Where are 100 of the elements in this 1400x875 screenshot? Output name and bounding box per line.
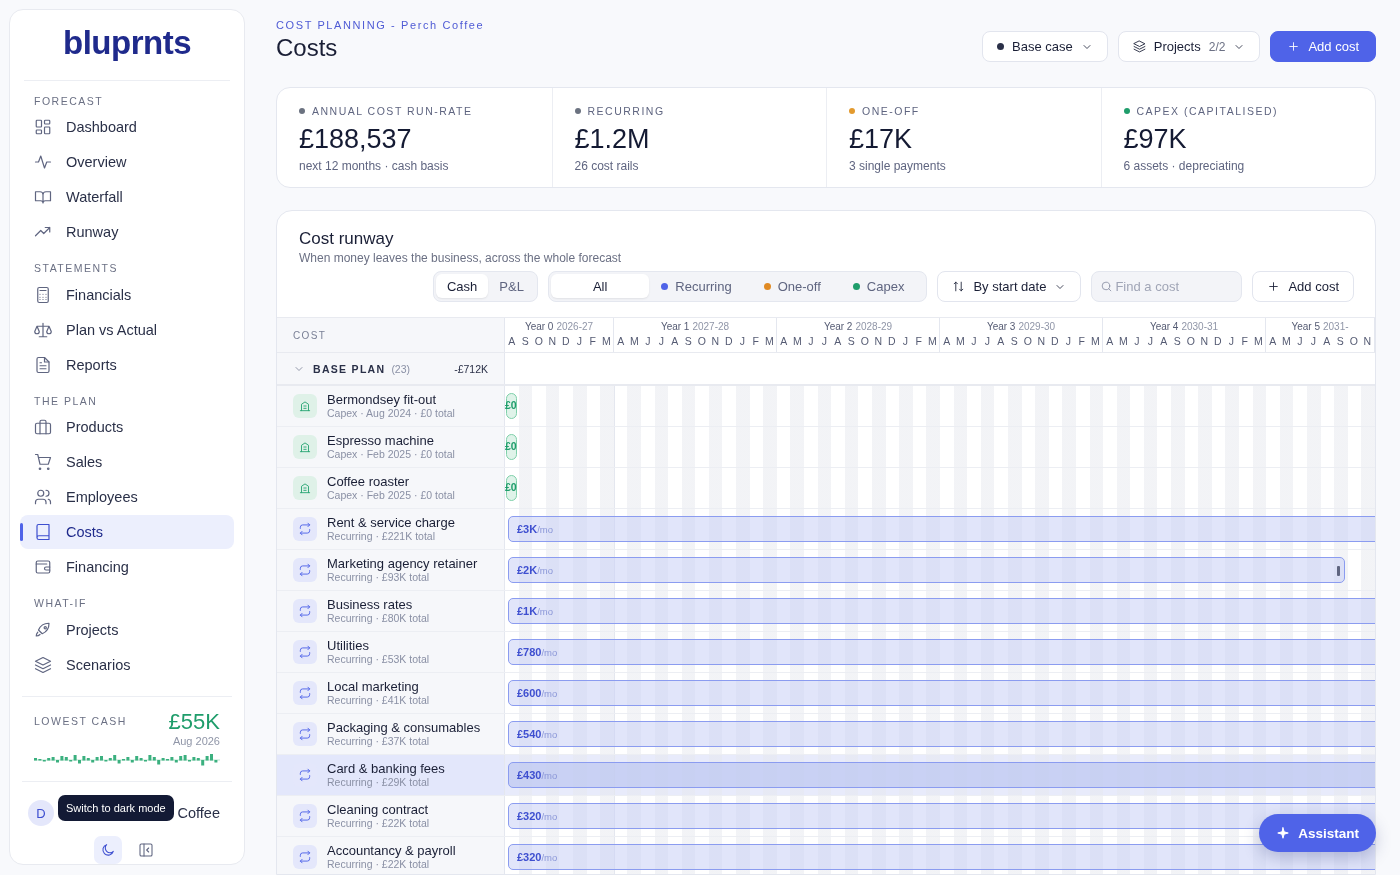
plus-icon	[1287, 40, 1301, 53]
cost-bar[interactable]: £2K/mo	[508, 557, 1345, 583]
cost-meta: Recurring · £41K total	[327, 693, 430, 707]
nav-item[interactable]: Reports	[20, 347, 234, 382]
cost-bar[interactable]: £320/mo	[508, 844, 1375, 870]
nav-item[interactable]: Dashboard	[20, 110, 234, 145]
nav-item[interactable]: Employees	[20, 479, 234, 515]
cost-bar[interactable]: £320/mo	[508, 803, 1375, 829]
nav-item[interactable]: Sales	[20, 444, 234, 480]
cost-meta: Recurring · £22K total	[327, 816, 430, 830]
year-header: Year 4 2030-31	[1148, 320, 1220, 332]
nav-item[interactable]: Plan vs Actual	[20, 312, 234, 348]
nav-item[interactable]: Waterfall	[20, 179, 234, 215]
arrows-glyph-icon	[298, 522, 312, 536]
filter-option[interactable]: Capex	[840, 274, 925, 298]
building-glyph-icon	[298, 399, 312, 413]
payment-marker[interactable]	[506, 393, 517, 419]
basis-option[interactable]: P&L	[488, 274, 535, 298]
month-label: O	[696, 334, 707, 347]
sort-dropdown[interactable]: By start date	[937, 271, 1082, 302]
assistant-button[interactable]: Assistant	[1259, 814, 1376, 852]
resize-handle[interactable]	[1336, 566, 1340, 576]
basis-option[interactable]: Cash	[435, 274, 489, 298]
cost-name: Utilities	[327, 638, 370, 653]
nav-item[interactable]: Costs	[20, 514, 234, 550]
cost-name: Packaging & consumables	[327, 720, 481, 735]
add-cost-button[interactable]: Add cost	[1252, 271, 1354, 302]
month-label: J	[657, 334, 665, 347]
nav-item[interactable]: Financing	[20, 549, 234, 585]
pulse-icon	[34, 153, 52, 172]
dark-mode-button[interactable]	[94, 836, 122, 865]
kpi-value: £97K	[1123, 124, 1188, 155]
month-label: J	[1296, 334, 1304, 347]
cost-bar[interactable]: £600/mo	[508, 680, 1375, 706]
nav-item[interactable]: Runway	[20, 214, 234, 250]
month-label: J	[1064, 334, 1072, 347]
payment-amount: £0	[505, 481, 517, 493]
payment-marker[interactable]	[506, 475, 517, 501]
tooltip: Switch to dark mode	[58, 795, 174, 822]
section-heading: STATEMENTS	[33, 262, 120, 275]
cost-bar[interactable]: £1K/mo	[508, 598, 1375, 624]
cost-meta: Recurring · £80K total	[327, 611, 430, 625]
month-label: O	[1185, 334, 1196, 347]
arrows-glyph-icon	[298, 563, 312, 577]
bar-label: £1K/mo	[517, 605, 554, 617]
month-label: J	[983, 334, 991, 347]
cost-meta: Recurring · £221K total	[327, 529, 435, 543]
month-label: M	[1089, 334, 1101, 347]
column-header: COST	[293, 329, 327, 341]
year-header: Year 2 2028-29	[822, 320, 894, 332]
cost-name: Cleaning contract	[327, 802, 430, 817]
arrows-glyph-icon	[298, 850, 312, 864]
nav-item[interactable]: Products	[20, 410, 234, 445]
nav-item[interactable]: Financials	[20, 277, 234, 313]
page-title: Costs	[276, 34, 339, 62]
layers-icon	[1132, 40, 1146, 53]
month-label: D	[1212, 334, 1223, 347]
book-icon	[34, 523, 52, 541]
search-field[interactable]: Find a cost	[1091, 271, 1243, 302]
section-heading: FORECAST	[33, 95, 105, 107]
arrows-glyph-icon	[298, 686, 312, 700]
bar-label: £600/mo	[517, 687, 558, 699]
month-label: A	[996, 334, 1006, 347]
month-label: S	[520, 334, 530, 347]
nav-item[interactable]: Projects	[20, 612, 234, 648]
payment-marker[interactable]	[506, 434, 517, 460]
filter-option[interactable]: All	[550, 274, 650, 298]
filter-option[interactable]: Recurring	[649, 274, 752, 298]
month-label: S	[846, 334, 856, 347]
scale-icon	[34, 320, 52, 339]
add-cost-button[interactable]: Add cost	[1270, 31, 1376, 62]
panel-icon	[138, 842, 154, 859]
month-label: M	[600, 334, 612, 347]
month-label: A	[779, 334, 789, 347]
nav-item[interactable]: Overview	[20, 144, 234, 180]
month-label: D	[886, 334, 897, 347]
month-label: J	[1309, 334, 1317, 347]
nav-item[interactable]: Scenarios	[20, 647, 234, 683]
search-icon	[1100, 280, 1114, 293]
scenario-dropdown[interactable]: Base case	[982, 31, 1108, 62]
plus-icon	[1267, 280, 1281, 293]
month-label: O	[533, 334, 544, 347]
wallet-icon	[34, 557, 52, 576]
arrows-glyph-icon	[298, 645, 312, 659]
user-avatar[interactable]: D	[28, 800, 54, 827]
cost-name: Coffee roaster	[327, 474, 411, 489]
scenario-dot	[997, 43, 1005, 50]
filter-option[interactable]: One-off	[751, 274, 841, 298]
cost-name: Marketing agency retainer	[327, 556, 478, 571]
bar-label: £320/mo	[517, 851, 558, 863]
cost-bar[interactable]: £780/mo	[508, 639, 1375, 665]
month-label: M	[1252, 334, 1264, 347]
month-label: A	[507, 334, 517, 347]
projects-dropdown[interactable]: Projects 2/2	[1117, 31, 1261, 62]
group-total: -£712K	[454, 362, 488, 375]
month-label: S	[1172, 334, 1182, 347]
lowest-cash-date: Aug 2026	[172, 735, 220, 748]
cost-bar[interactable]: £3K/mo	[508, 516, 1375, 542]
cost-bar[interactable]: £540/mo	[508, 721, 1375, 747]
cost-meta: Recurring · £29K total	[327, 775, 431, 789]
